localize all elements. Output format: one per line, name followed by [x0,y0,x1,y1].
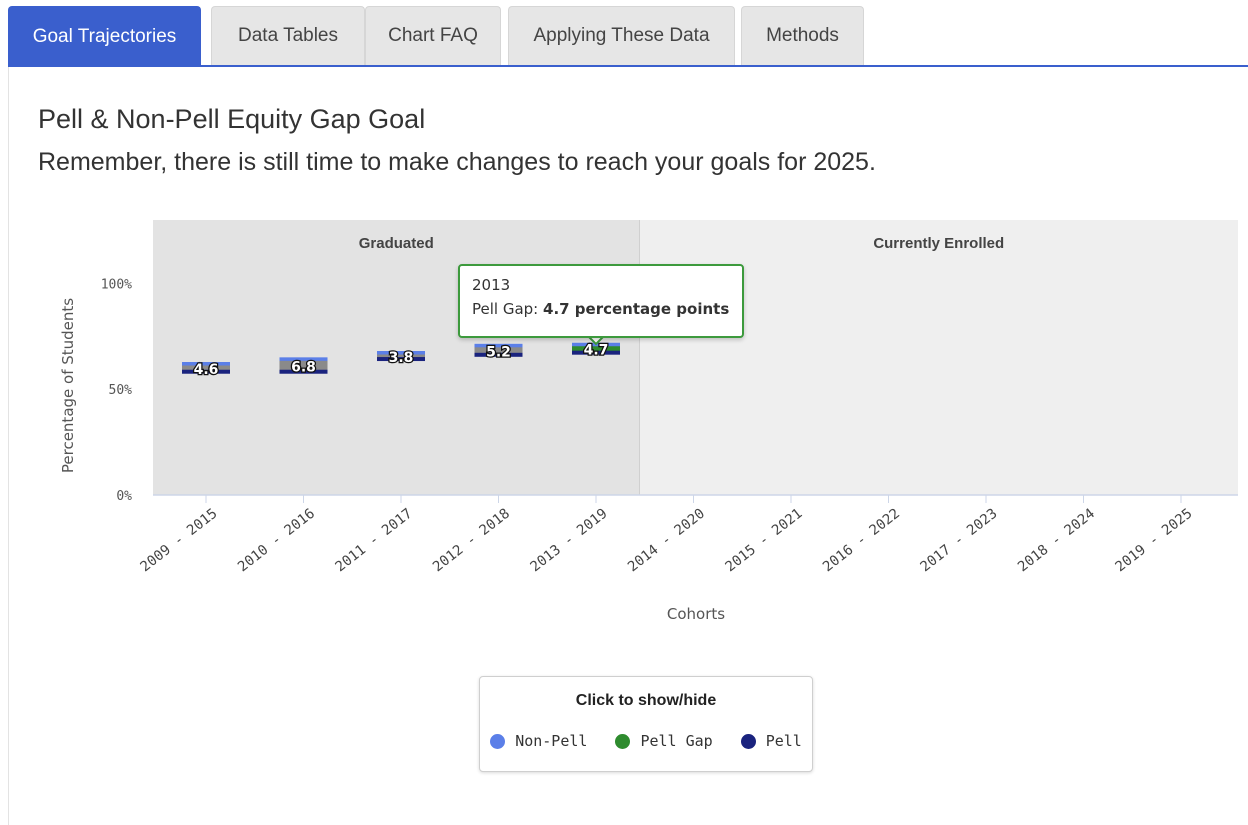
legend-item-non-pell[interactable]: Non-Pell [490,732,587,750]
x-tick-label: 2012 - 2018 [430,506,513,576]
legend-label-non-pell: Non-Pell [515,732,588,750]
x-axis-title: Cohorts [667,605,725,623]
gap-data-label: 4.6 [194,362,219,378]
legend-title: Click to show/hide [575,692,717,709]
chart-tooltip: 2013 Pell Gap: 4.7 percentage points [458,264,744,338]
legend-dot-non-pell [490,733,506,749]
legend-dot-pell-gap [615,733,631,749]
gap-data-label: 5.2 [486,344,511,360]
x-tick-label: 2017 - 2023 [918,506,1001,576]
y-tick-label: 50% [109,383,133,398]
tooltip-body: Pell Gap: 4.7 percentage points [472,300,730,318]
x-tick-label: 2011 - 2017 [333,506,416,576]
y-tick-label: 0% [116,489,132,504]
gap-data-label: 6.8 [291,360,316,376]
legend-items: Non-Pell Pell Gap Pell [480,732,812,750]
x-tick-label: 2010 - 2016 [235,506,318,576]
tooltip-value: 4.7 percentage points [543,300,730,318]
x-tick-label: 2016 - 2022 [820,506,903,576]
y-tick-label: 100% [101,277,132,292]
x-tick-label: 2013 - 2019 [528,506,611,576]
band-currently-enrolled [639,220,1238,495]
x-tick-label: 2019 - 2025 [1113,506,1196,576]
band-label: Graduated [359,235,434,252]
x-tick-label: 2014 - 2020 [625,506,708,576]
legend-dot-pell [740,733,756,749]
legend-label-pell: Pell [765,732,802,750]
x-tick-label: 2009 - 2015 [138,506,221,576]
y-axis-title: Percentage of Students [59,298,77,473]
tooltip-label: Pell Gap: [472,300,539,318]
gap-bar: 6.8 [279,357,328,377]
x-tick-label: 2015 - 2021 [723,506,806,576]
tooltip-title: 2013 [472,276,511,294]
legend-item-pell[interactable]: Pell [740,732,802,750]
band-label: Currently Enrolled [873,235,1004,252]
x-tick-label: 2018 - 2024 [1015,506,1098,576]
legend-label-pell-gap: Pell Gap [640,732,713,750]
legend-item-pell-gap[interactable]: Pell Gap [615,732,713,750]
chart-legend: Click to show/hide Non-Pell Pell Gap Pel… [479,676,813,772]
gap-data-label: 3.8 [389,350,414,366]
